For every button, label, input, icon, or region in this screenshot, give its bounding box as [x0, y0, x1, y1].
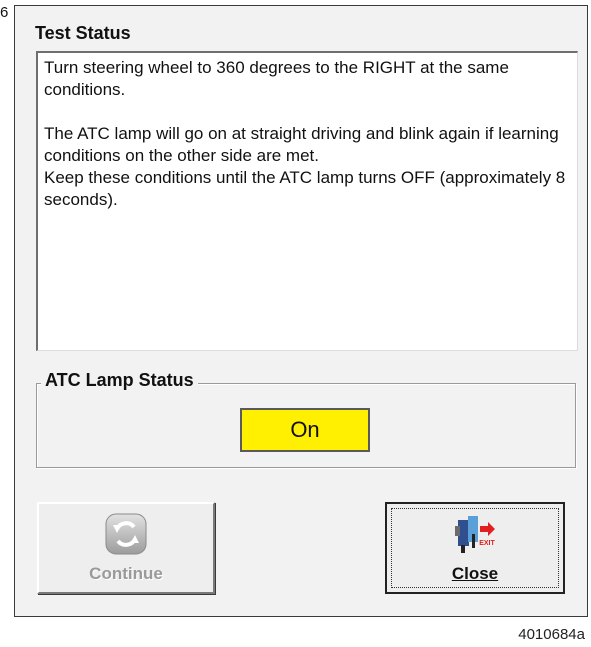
exit-icon-text: EXIT — [479, 540, 495, 547]
figure-id: 4010684a — [518, 626, 585, 643]
test-status-title: Test Status — [35, 23, 131, 43]
test-status-paragraph-1: Turn steering wheel to 360 degrees to th… — [44, 58, 509, 99]
figure: 6 Test Status Turn steering wheel to 360… — [0, 0, 591, 647]
figure-side-number: 6 — [0, 4, 9, 21]
atc-lamp-indicator: On — [240, 408, 370, 452]
test-dialog: Test Status Turn steering wheel to 360 d… — [14, 5, 588, 617]
test-status-paragraph-2: The ATC lamp will go on at straight driv… — [44, 124, 559, 165]
close-button-label: Close — [451, 564, 499, 583]
exit-icon: EXIT — [452, 512, 498, 563]
test-status-textbox[interactable]: Turn steering wheel to 360 degrees to th… — [36, 51, 578, 351]
close-button[interactable]: EXIT Close — [385, 502, 565, 594]
test-status-paragraph-3: Keep these conditions until the ATC lamp… — [44, 168, 566, 209]
continue-button[interactable]: Continue — [37, 502, 215, 594]
atc-lamp-status-title: ATC Lamp Status — [41, 370, 198, 391]
continue-button-label: Continue — [89, 564, 163, 583]
refresh-icon — [104, 512, 148, 561]
